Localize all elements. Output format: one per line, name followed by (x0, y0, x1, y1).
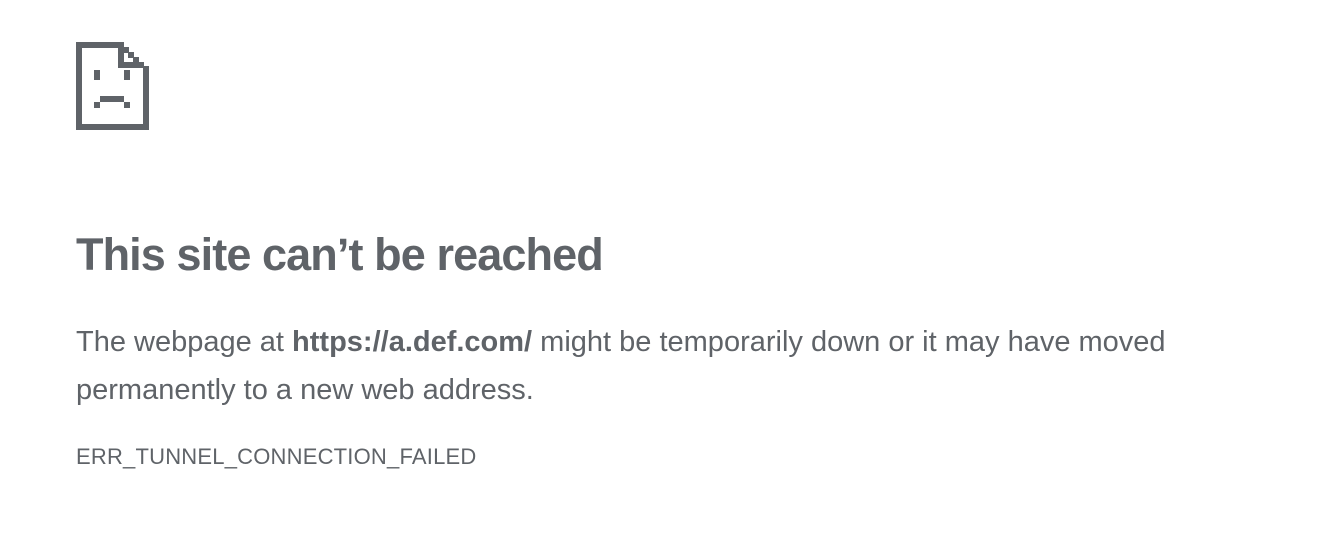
description-prefix: The webpage at (76, 326, 293, 358)
error-code: ERR_TUNNEL_CONNECTION_FAILED (76, 444, 477, 469)
failed-url: https://a.def.com/ (292, 326, 533, 358)
error-heading: This site can’t be reached (76, 229, 604, 280)
sad-document-icon (76, 42, 149, 130)
error-description: The webpage at https://a.def.com/ might … (76, 318, 1266, 414)
error-page: This site can’t be reached The webpage a… (76, 42, 1276, 469)
